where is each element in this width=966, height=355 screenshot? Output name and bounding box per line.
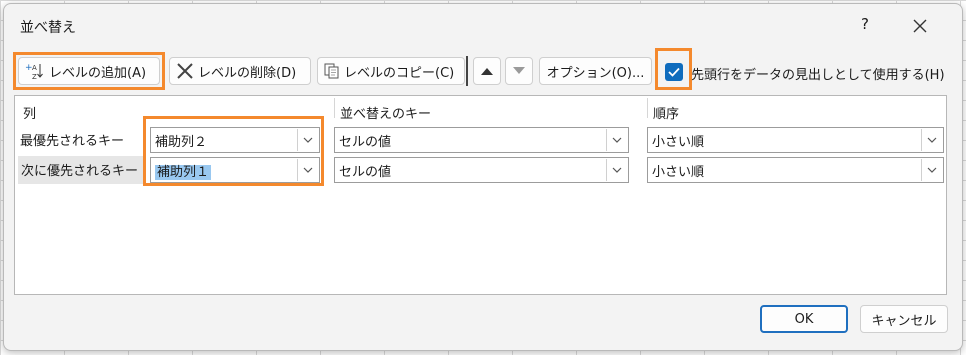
triangle-down-icon — [513, 67, 525, 74]
move-down-button[interactable] — [505, 57, 533, 85]
row-label-secondary: 次に優先されるキー — [21, 164, 139, 179]
row-label-primary: 最優先されるキー — [20, 134, 125, 149]
copy-level-button[interactable]: レベルのコピー(C) — [317, 57, 465, 85]
sort-dialog: 並べ替え ? + A Z レベルの追加(A) レベルの削除(D) レベルのコピー… — [3, 3, 963, 351]
order-value-primary: 小さい順 — [652, 134, 705, 150]
sort-on-value-secondary: セルの値 — [339, 164, 392, 180]
header-sort-on: 並べ替えのキー — [340, 107, 432, 122]
chevron-down-icon[interactable] — [606, 159, 627, 181]
header-order: 順序 — [653, 107, 680, 122]
options-label: オプション(O)... — [546, 65, 645, 81]
ok-label: OK — [794, 311, 814, 327]
order-combo-primary[interactable]: 小さい順 — [647, 127, 944, 153]
toolbar-separator — [466, 56, 468, 86]
delete-icon — [177, 63, 193, 79]
column-separator — [647, 98, 648, 118]
header-column: 列 — [23, 107, 37, 122]
copy-level-label: レベルのコピー(C) — [344, 65, 455, 81]
chevron-down-icon[interactable] — [606, 129, 627, 151]
sort-on-combo-primary[interactable]: セルの値 — [334, 127, 629, 153]
chevron-down-icon[interactable] — [921, 129, 942, 151]
order-value-secondary: 小さい順 — [652, 164, 705, 180]
cancel-label: キャンセル — [871, 313, 937, 329]
options-button[interactable]: オプション(O)... — [539, 57, 652, 85]
close-icon[interactable] — [912, 18, 928, 34]
chevron-down-icon[interactable] — [921, 159, 942, 181]
cancel-button[interactable]: キャンセル — [860, 305, 948, 333]
delete-level-label: レベルの削除(D) — [198, 65, 297, 81]
move-up-button[interactable] — [473, 57, 501, 85]
sort-on-combo-secondary[interactable]: セルの値 — [334, 157, 629, 183]
delete-level-button[interactable]: レベルの削除(D) — [169, 57, 311, 85]
order-combo-secondary[interactable]: 小さい順 — [647, 157, 944, 183]
column-separator — [334, 98, 335, 118]
sort-on-value-primary: セルの値 — [339, 134, 392, 150]
triangle-up-icon — [481, 68, 493, 75]
add-level-highlight — [13, 52, 165, 90]
header-row-checkbox-label[interactable]: 先頭行をデータの見出しとして使用する(H) — [691, 64, 945, 83]
ok-button[interactable]: OK — [760, 305, 848, 333]
dialog-title: 並べ替え — [20, 20, 76, 36]
copy-icon — [324, 63, 339, 79]
help-button[interactable]: ? — [861, 15, 869, 33]
column-combos-highlight — [143, 116, 324, 186]
checkbox-highlight — [655, 48, 692, 90]
